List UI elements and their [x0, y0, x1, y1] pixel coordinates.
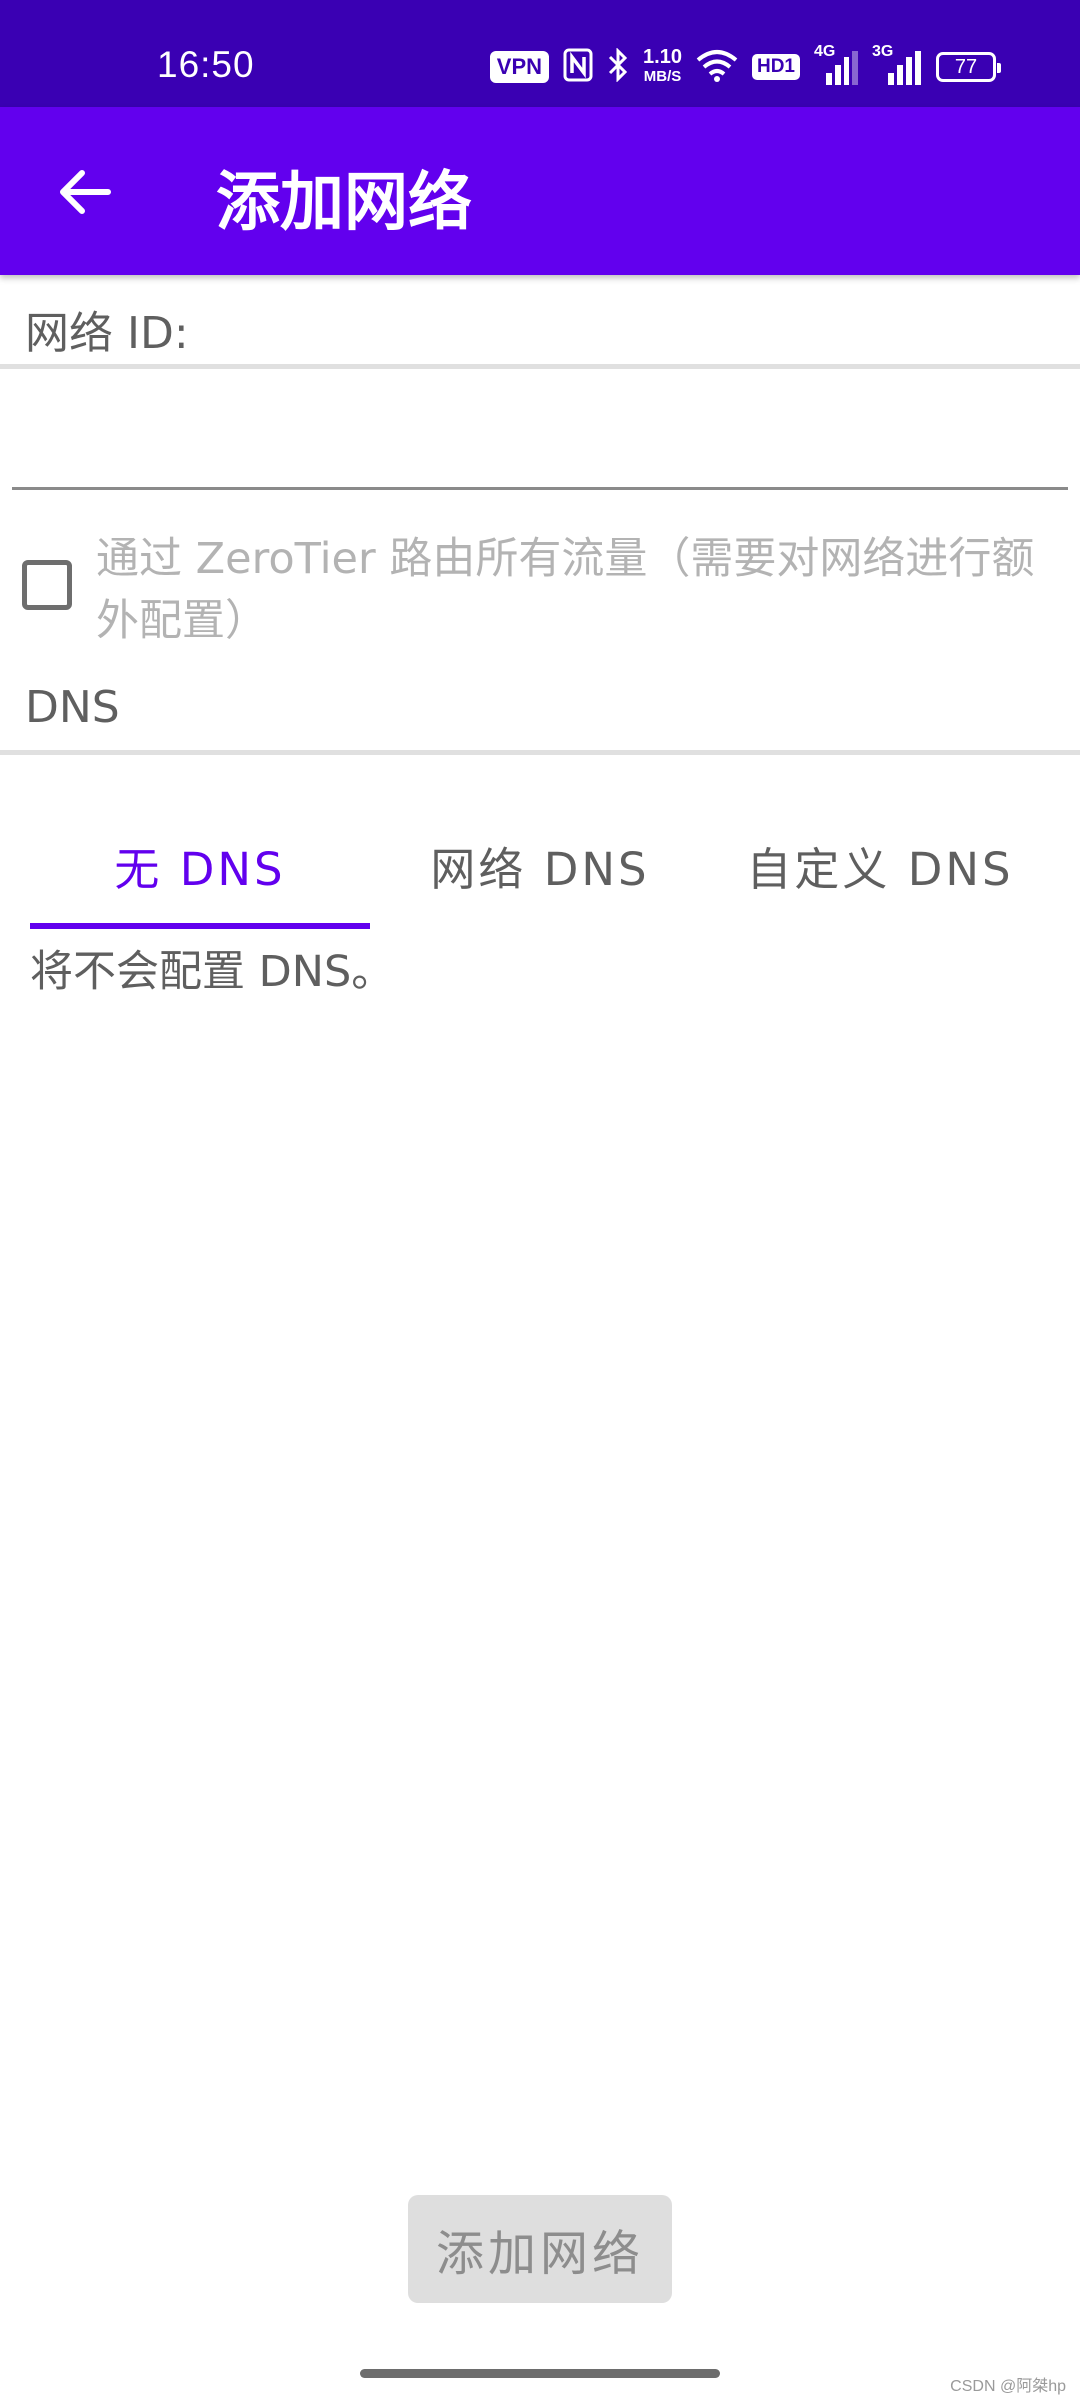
- add-network-button[interactable]: 添加网络: [408, 2195, 672, 2303]
- tab-network-dns[interactable]: 网络 DNS: [370, 800, 710, 930]
- watermark: CSDN @阿桀hp: [950, 2378, 1066, 2395]
- dns-tabs: 无 DNS 网络 DNS 自定义 DNS: [0, 800, 1080, 930]
- signal-4g-label: 4G: [814, 43, 836, 60]
- tab-no-dns[interactable]: 无 DNS: [30, 800, 370, 930]
- signal-4g-icon: 4G: [814, 43, 858, 85]
- status-time: 16:50: [157, 44, 255, 85]
- signal-3g-icon: 3G: [872, 43, 922, 85]
- divider: [0, 750, 1080, 755]
- tab-custom-dns[interactable]: 自定义 DNS: [710, 800, 1050, 930]
- net-speed-value: 1.10: [643, 46, 682, 68]
- bluetooth-icon: [607, 47, 629, 86]
- app-bar: 添加网络: [0, 107, 1080, 275]
- network-speed: 1.10 MB/S: [643, 46, 682, 86]
- input-underline: [12, 487, 1068, 490]
- network-id-input[interactable]: [12, 380, 1068, 480]
- dns-section-label: DNS: [25, 682, 120, 733]
- hd-badge: HD1: [751, 54, 800, 80]
- battery-icon: 77: [936, 52, 1001, 82]
- page-title: 添加网络: [216, 166, 472, 240]
- battery-level: 77: [954, 55, 978, 78]
- home-indicator[interactable]: [360, 2369, 720, 2378]
- tab-indicator: [30, 923, 370, 929]
- nfc-icon: [563, 48, 593, 86]
- dns-description: 将不会配置 DNS。: [30, 947, 395, 997]
- wifi-icon: [696, 48, 738, 86]
- divider: [0, 364, 1080, 369]
- route-all-label[interactable]: 通过 ZeroTier 路由所有流量（需要对网络进行额外配置）: [96, 528, 1068, 652]
- status-icons: VPN 1.10 MB/S HD1 4G 3G 77: [489, 43, 1001, 90]
- vpn-badge: VPN: [489, 51, 550, 83]
- route-all-checkbox[interactable]: [22, 560, 72, 610]
- status-bar: 16:50 VPN 1.10 MB/S HD1 4G 3G 77: [0, 0, 1080, 107]
- net-speed-unit: MB/S: [643, 68, 682, 85]
- back-button[interactable]: [40, 147, 130, 237]
- arrow-back-icon: [60, 170, 111, 214]
- screen: 16:50 VPN 1.10 MB/S HD1 4G 3G 77 添加网络 网络…: [0, 0, 1080, 2400]
- network-id-label: 网络 ID:: [25, 308, 189, 359]
- signal-3g-label: 3G: [872, 43, 894, 60]
